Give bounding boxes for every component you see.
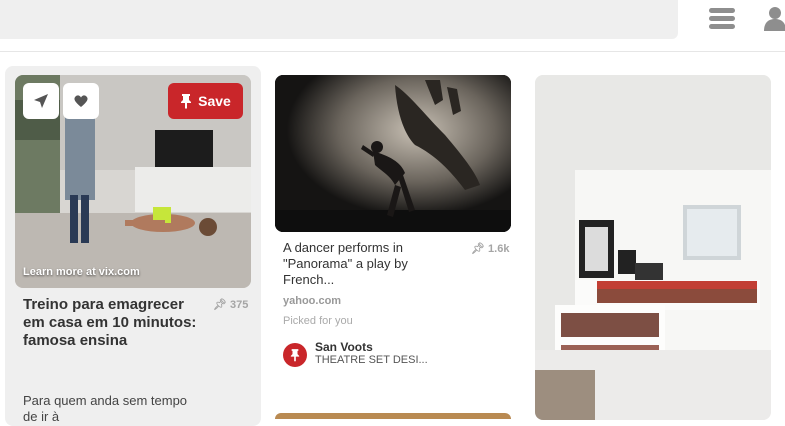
pin-icon — [290, 349, 300, 362]
repin-count: 📌︎ 1.6k — [471, 243, 510, 255]
picked-for-you-label: Picked for you — [283, 315, 353, 327]
pin-image[interactable] — [275, 75, 511, 232]
like-button[interactable] — [63, 83, 99, 119]
pin-domain[interactable]: yahoo.com — [283, 295, 341, 307]
pin-icon — [181, 94, 192, 109]
next-pin-preview[interactable] — [275, 413, 511, 419]
pin-count-icon: 📌︎ — [471, 243, 485, 255]
repin-count: 📌︎ 375 — [213, 299, 249, 311]
pin-count-icon: 📌︎ — [213, 299, 227, 311]
pin-card[interactable]: Save Learn more at vix.com Treino para e… — [5, 66, 261, 426]
pin-title[interactable]: A dancer performs in "Panorama" a play b… — [283, 240, 443, 288]
save-label: Save — [198, 93, 231, 109]
top-header — [0, 0, 785, 52]
pin-description: Para quem anda sem tempo de ir à — [23, 393, 188, 424]
save-button[interactable]: Save — [168, 83, 243, 119]
pin-title[interactable]: Treino para emagrecer em casa em 10 minu… — [23, 296, 203, 350]
heart-icon — [74, 95, 88, 107]
pin-image[interactable] — [535, 75, 771, 420]
pin-card[interactable] — [535, 75, 771, 420]
pin-card[interactable]: A dancer performs in "Panorama" a play b… — [275, 75, 511, 420]
send-button[interactable] — [23, 83, 59, 119]
hamburger-menu-icon[interactable] — [709, 8, 735, 32]
user-avatar[interactable] — [283, 343, 307, 367]
send-icon — [34, 94, 48, 108]
source-link[interactable]: Learn more at vix.com — [23, 266, 140, 278]
user-profile-icon[interactable] — [763, 5, 785, 31]
search-bar[interactable] — [0, 0, 678, 39]
board-name[interactable]: THEATRE SET DESI... — [315, 354, 428, 366]
pinner-name[interactable]: San Voots — [315, 340, 373, 354]
